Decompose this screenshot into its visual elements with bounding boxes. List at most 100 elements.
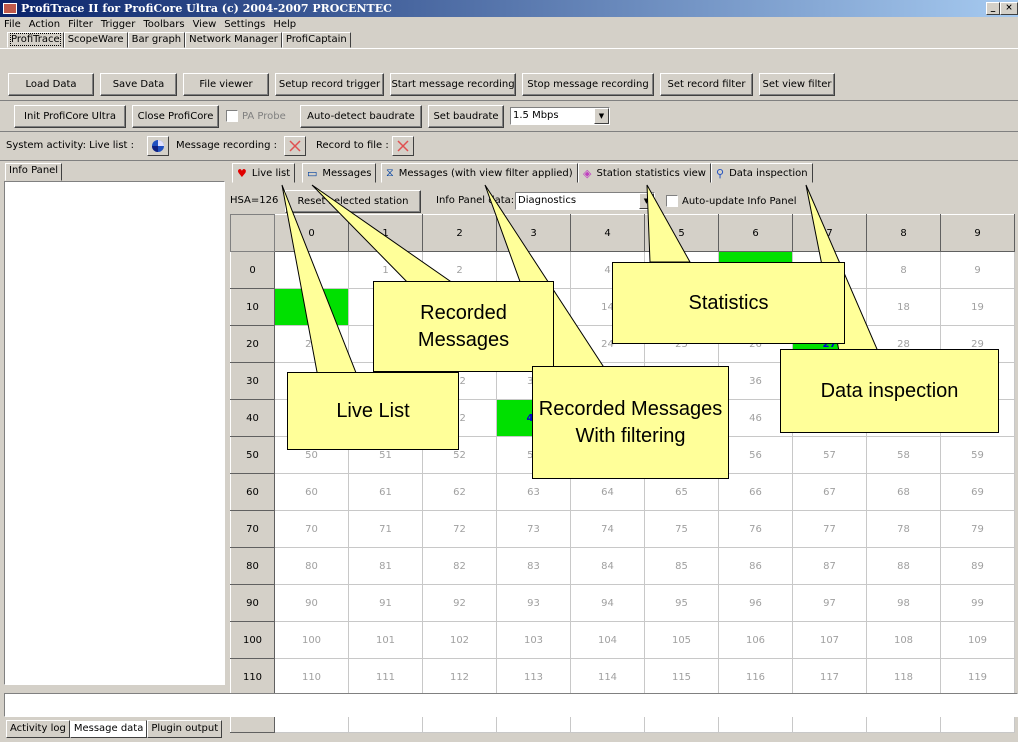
- save-data-button[interactable]: Save Data: [100, 73, 177, 96]
- tab-live-list[interactable]: ♥ Live list: [232, 163, 296, 183]
- station-cell[interactable]: 115: [644, 658, 719, 696]
- station-cell[interactable]: 93: [496, 584, 571, 622]
- station-cell[interactable]: 107: [792, 621, 867, 659]
- menu-toolbars[interactable]: Toolbars: [139, 19, 188, 30]
- station-cell[interactable]: 110: [274, 658, 349, 696]
- station-cell[interactable]: 59: [940, 436, 1015, 474]
- station-cell[interactable]: 57: [792, 436, 867, 474]
- station-cell[interactable]: 0: [274, 251, 349, 289]
- station-cell[interactable]: 101: [348, 621, 423, 659]
- info-panel-data-select[interactable]: Diagnostics ▼: [515, 192, 655, 210]
- station-cell[interactable]: 68: [866, 473, 941, 511]
- station-cell[interactable]: 76: [718, 510, 793, 548]
- station-cell[interactable]: 60: [274, 473, 349, 511]
- set-view-filter-button[interactable]: Set view filter: [759, 73, 835, 96]
- station-cell[interactable]: 92: [422, 584, 497, 622]
- auto-detect-baudrate-button[interactable]: Auto-detect baudrate: [300, 105, 422, 128]
- station-cell[interactable]: 112: [422, 658, 497, 696]
- station-cell[interactable]: 67: [792, 473, 867, 511]
- station-cell[interactable]: 90: [274, 584, 349, 622]
- station-cell[interactable]: 65: [644, 473, 719, 511]
- station-cell[interactable]: 73: [496, 510, 571, 548]
- tab-activity-log[interactable]: Activity log: [6, 720, 70, 738]
- station-cell[interactable]: 104: [570, 621, 645, 659]
- station-cell[interactable]: 77: [792, 510, 867, 548]
- station-cell[interactable]: 63: [496, 473, 571, 511]
- auto-update-checkbox[interactable]: Auto-update Info Panel: [666, 195, 797, 207]
- station-cell[interactable]: 109: [940, 621, 1015, 659]
- station-cell[interactable]: 9: [940, 251, 1015, 289]
- close-proficore-button[interactable]: Close ProfiCore: [132, 105, 219, 128]
- station-cell[interactable]: 84: [570, 547, 645, 585]
- reset-selected-station-button[interactable]: Reset selected station: [285, 190, 421, 213]
- tab-data-inspection[interactable]: ⚲ Data inspection: [711, 163, 813, 183]
- station-cell[interactable]: 97: [792, 584, 867, 622]
- station-cell[interactable]: 18: [866, 288, 941, 326]
- station-cell[interactable]: 86: [718, 547, 793, 585]
- station-cell[interactable]: 94: [570, 584, 645, 622]
- minimize-button[interactable]: _: [986, 2, 1000, 15]
- station-cell[interactable]: 20: [274, 325, 349, 363]
- station-cell[interactable]: 70: [274, 510, 349, 548]
- station-cell[interactable]: 74: [570, 510, 645, 548]
- chevron-down-icon[interactable]: ▼: [594, 108, 609, 124]
- menu-file[interactable]: File: [0, 19, 25, 30]
- station-cell[interactable]: 108: [866, 621, 941, 659]
- tab-scopeware[interactable]: ScopeWare: [63, 32, 128, 48]
- station-cell[interactable]: 19: [940, 288, 1015, 326]
- station-cell[interactable]: 82: [422, 547, 497, 585]
- close-button[interactable]: ×: [1000, 2, 1018, 15]
- station-cell[interactable]: 72: [422, 510, 497, 548]
- station-cell[interactable]: 119: [940, 658, 1015, 696]
- station-cell[interactable]: 75: [644, 510, 719, 548]
- station-cell[interactable]: 87: [792, 547, 867, 585]
- station-cell[interactable]: 106: [718, 621, 793, 659]
- station-cell[interactable]: 62: [422, 473, 497, 511]
- set-record-filter-button[interactable]: Set record filter: [660, 73, 753, 96]
- station-cell[interactable]: 96: [718, 584, 793, 622]
- station-cell[interactable]: 83: [496, 547, 571, 585]
- station-cell[interactable]: 78: [866, 510, 941, 548]
- station-cell[interactable]: 102: [422, 621, 497, 659]
- station-cell[interactable]: 64: [570, 473, 645, 511]
- load-data-button[interactable]: Load Data: [8, 73, 94, 96]
- station-cell[interactable]: 66: [718, 473, 793, 511]
- init-proficore-button[interactable]: Init ProfiCore Ultra: [14, 105, 126, 128]
- info-panel-tab[interactable]: Info Panel: [5, 163, 63, 181]
- station-cell[interactable]: 10: [274, 288, 349, 326]
- station-cell[interactable]: 69: [940, 473, 1015, 511]
- setup-record-trigger-button[interactable]: Setup record trigger: [275, 73, 384, 96]
- station-cell[interactable]: 113: [496, 658, 571, 696]
- tab-plugin-output[interactable]: Plugin output: [147, 720, 223, 738]
- station-cell[interactable]: 61: [348, 473, 423, 511]
- tab-message-data[interactable]: Message data: [69, 720, 148, 738]
- station-cell[interactable]: 99: [940, 584, 1015, 622]
- baudrate-select[interactable]: 1.5 Mbps ▼: [510, 107, 610, 125]
- station-cell[interactable]: 89: [940, 547, 1015, 585]
- message-output-field[interactable]: [4, 693, 1018, 717]
- tab-bar-graph[interactable]: Bar graph: [127, 32, 186, 48]
- set-baudrate-button[interactable]: Set baudrate: [428, 105, 504, 128]
- menu-view[interactable]: View: [189, 19, 221, 30]
- station-cell[interactable]: 80: [274, 547, 349, 585]
- menu-settings[interactable]: Settings: [220, 19, 269, 30]
- station-cell[interactable]: 8: [866, 251, 941, 289]
- station-cell[interactable]: 98: [866, 584, 941, 622]
- station-cell[interactable]: 88: [866, 547, 941, 585]
- file-viewer-button[interactable]: File viewer: [183, 73, 269, 96]
- tab-messages[interactable]: ▭ Messages: [302, 163, 377, 183]
- station-cell[interactable]: 111: [348, 658, 423, 696]
- menu-action[interactable]: Action: [25, 19, 64, 30]
- stop-message-recording-button[interactable]: Stop message recording: [522, 73, 654, 96]
- station-cell[interactable]: 114: [570, 658, 645, 696]
- menu-help[interactable]: Help: [269, 19, 300, 30]
- menu-trigger[interactable]: Trigger: [97, 19, 140, 30]
- station-cell[interactable]: 118: [866, 658, 941, 696]
- tab-proficaptain[interactable]: ProfiCaptain: [281, 32, 351, 48]
- station-cell[interactable]: 79: [940, 510, 1015, 548]
- start-message-recording-button[interactable]: Start message recording: [390, 73, 516, 96]
- station-cell[interactable]: 81: [348, 547, 423, 585]
- tab-profitrace[interactable]: ProfiTrace: [7, 32, 64, 48]
- station-cell[interactable]: 91: [348, 584, 423, 622]
- pa-probe-checkbox[interactable]: PA Probe: [226, 110, 286, 122]
